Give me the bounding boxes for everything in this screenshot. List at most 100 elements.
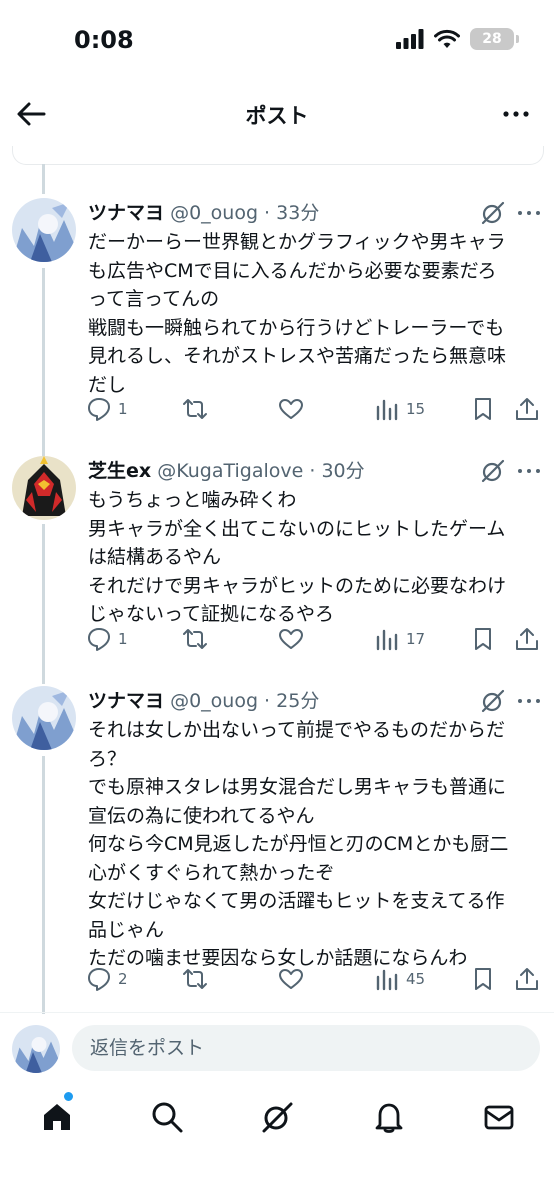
- battery-indicator: 28: [470, 28, 519, 50]
- share-button[interactable]: [514, 396, 540, 422]
- share-icon: [516, 628, 538, 650]
- battery-nub: [516, 35, 519, 43]
- post-more-icon[interactable]: [516, 200, 542, 226]
- repost-icon: [183, 969, 207, 989]
- wifi-icon: [434, 29, 460, 48]
- views-icon: [376, 399, 398, 421]
- page-title: ポスト: [245, 104, 309, 128]
- post-text-line: って言ってんの: [88, 288, 220, 310]
- post-text: もうちょっと噛み砕くわ 男キャラが全く出てこないのにヒットしたゲーム は結構ある…: [88, 486, 538, 629]
- views-count: 17: [406, 630, 426, 648]
- grok-icon[interactable]: [480, 458, 506, 484]
- post-time[interactable]: 25分: [276, 690, 319, 712]
- post-text-line: だーかーらー世界観とかグラフィックや男キャラ: [88, 231, 506, 253]
- bookmark-button[interactable]: [470, 396, 496, 422]
- separator-dot: ·: [303, 460, 322, 482]
- views-count: 45: [406, 970, 426, 988]
- post-header: ツナマヨ @0_ouog · 25分: [88, 686, 319, 713]
- views-button[interactable]: 45: [374, 966, 425, 992]
- post-more-icon[interactable]: [516, 458, 542, 484]
- post-text-line: 何なら今CM見返したが丹恒と刃のCMとかも厨二: [88, 833, 509, 855]
- grok-icon[interactable]: [260, 1100, 294, 1134]
- post-text: だーかーらー世界観とかグラフィックや男キャラ も広告やCMで目に入るんだから必要…: [88, 228, 538, 399]
- search-icon[interactable]: [150, 1100, 184, 1134]
- post-text-line: それだけで男キャラがヒットのために必要なわけ: [88, 574, 507, 597]
- post-text-line: 見れるし、それがストレスや苦痛だったら無意味: [88, 345, 507, 367]
- like-button[interactable]: [278, 966, 304, 992]
- post-text-line: 宣伝の為に使われてるやん: [88, 804, 315, 827]
- share-icon: [516, 968, 538, 990]
- heart-icon: [279, 969, 303, 989]
- repost-button[interactable]: [182, 966, 208, 992]
- display-name[interactable]: ツナマヨ: [88, 202, 164, 224]
- reply-input[interactable]: [72, 1025, 540, 1071]
- grok-icon[interactable]: [480, 200, 506, 226]
- reply-count: 1: [118, 630, 128, 648]
- display-name[interactable]: 芝生ex: [88, 460, 151, 482]
- reply-button[interactable]: 1: [86, 626, 128, 652]
- separator-dot: ·: [258, 690, 277, 712]
- notifications-icon[interactable]: [372, 1100, 406, 1134]
- avatar[interactable]: [12, 456, 76, 520]
- bookmark-button[interactable]: [470, 966, 496, 992]
- user-handle[interactable]: @KugaTigalove: [157, 460, 303, 482]
- home-icon[interactable]: [40, 1100, 74, 1134]
- post-text-line: もうちょっと噛み砕くわ: [88, 489, 297, 511]
- views-icon: [376, 629, 398, 651]
- reply-icon: [88, 968, 110, 991]
- battery-level: 28: [482, 31, 502, 47]
- heart-icon: [279, 399, 303, 419]
- avatar[interactable]: [12, 686, 76, 750]
- repost-icon: [183, 399, 207, 419]
- like-button[interactable]: [278, 396, 304, 422]
- thread-line: [42, 164, 45, 194]
- reply-composer: [0, 1012, 554, 1083]
- post-text-line: だし: [88, 373, 127, 396]
- post-text-line: じゃないって証拠になるやろ: [88, 603, 335, 625]
- thread-line: [42, 524, 45, 684]
- display-name[interactable]: ツナマヨ: [88, 690, 164, 712]
- post-text-line: でも原神スタレは男女混合だし男キャラも普通に: [88, 776, 507, 798]
- share-button[interactable]: [514, 966, 540, 992]
- share-button[interactable]: [514, 626, 540, 652]
- reply-icon: [88, 398, 110, 421]
- reply-icon: [88, 628, 110, 651]
- more-options-icon[interactable]: [500, 98, 532, 130]
- post-header: ツナマヨ @0_ouog · 33分: [88, 198, 319, 225]
- repost-button[interactable]: [182, 626, 208, 652]
- grok-icon[interactable]: [480, 688, 506, 714]
- post-time[interactable]: 30分: [321, 460, 364, 482]
- repost-icon: [183, 629, 207, 649]
- bookmark-icon: [475, 398, 491, 420]
- views-count: 15: [406, 400, 426, 418]
- home-notification-dot: [62, 1090, 75, 1103]
- my-avatar[interactable]: [12, 1025, 60, 1073]
- action-bar: 2 45: [86, 966, 546, 996]
- reply-button[interactable]: 1: [86, 396, 128, 422]
- user-handle[interactable]: @0_ouog: [170, 690, 258, 712]
- signal-icon: [396, 29, 424, 49]
- heart-icon: [279, 629, 303, 649]
- status-time: 0:08: [74, 26, 134, 54]
- views-icon: [376, 969, 398, 991]
- views-button[interactable]: 15: [374, 396, 425, 422]
- top-nav: ポスト: [0, 82, 554, 146]
- post-text-line: 品じゃん: [88, 918, 165, 941]
- repost-button[interactable]: [182, 396, 208, 422]
- user-handle[interactable]: @0_ouog: [170, 202, 258, 224]
- post-time[interactable]: 33分: [276, 202, 319, 224]
- reply-button[interactable]: 2: [86, 966, 128, 992]
- post-text-line: も広告やCMで目に入るんだから必要な要素だろ: [88, 259, 497, 282]
- reply-count: 1: [118, 400, 128, 418]
- post-text-line: 女だけじゃなくて男の活躍もヒットを支えてる作: [88, 890, 505, 912]
- like-button[interactable]: [278, 626, 304, 652]
- reply-count: 2: [118, 970, 128, 988]
- messages-icon[interactable]: [482, 1100, 516, 1134]
- views-button[interactable]: 17: [374, 626, 425, 652]
- bookmark-icon: [475, 628, 491, 650]
- thread-line: [42, 268, 45, 460]
- post-more-icon[interactable]: [516, 688, 542, 714]
- action-bar: 1 17: [86, 626, 546, 656]
- avatar[interactable]: [12, 198, 76, 262]
- bookmark-button[interactable]: [470, 626, 496, 652]
